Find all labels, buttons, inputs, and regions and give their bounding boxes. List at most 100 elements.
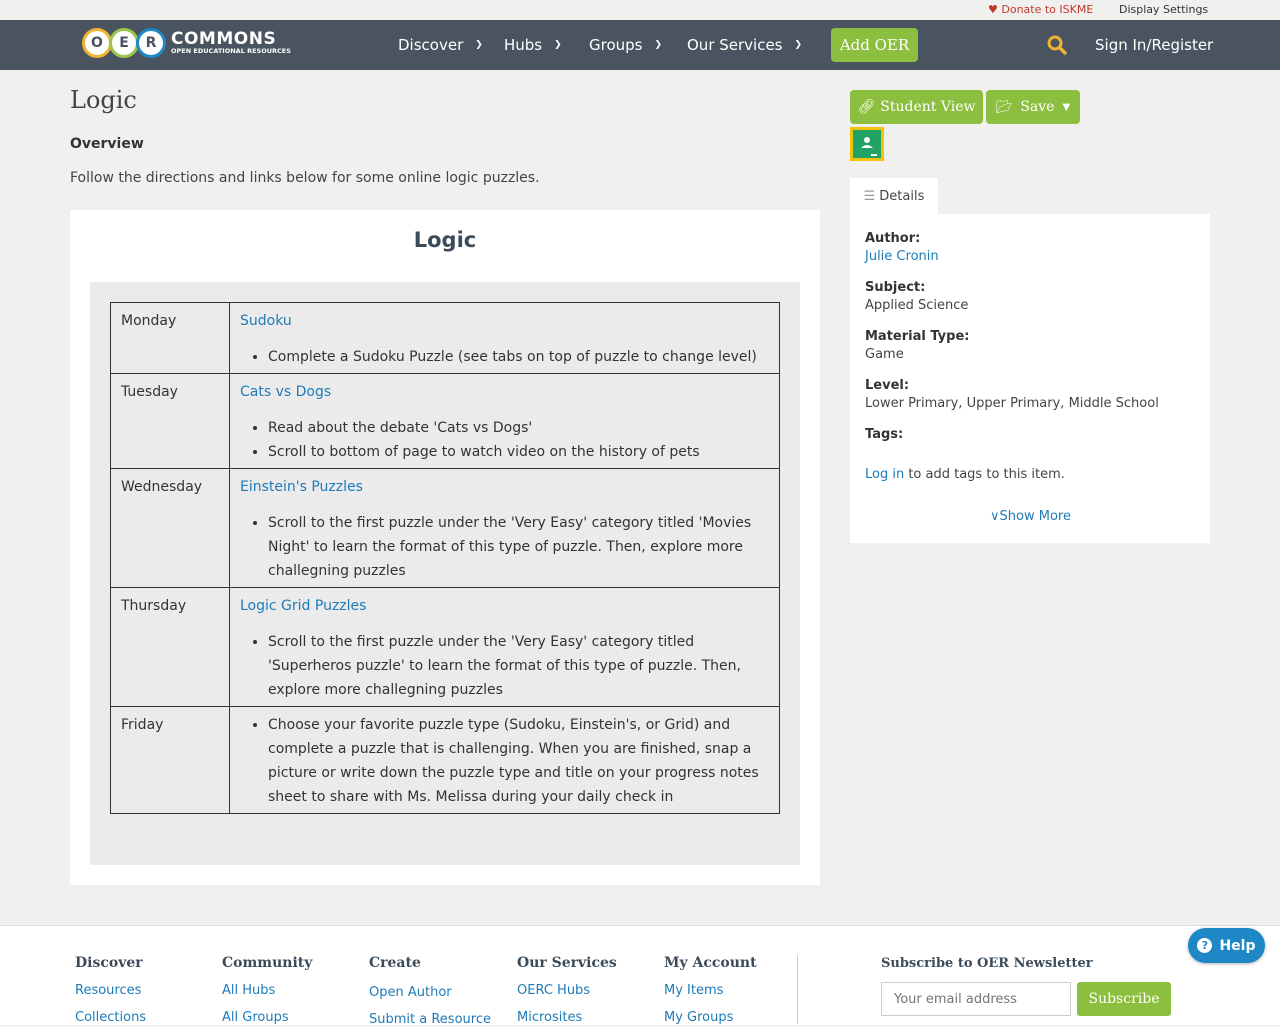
overview-text: Follow the directions and links below fo… — [70, 170, 540, 186]
help-button[interactable]: ? Help — [1188, 928, 1265, 963]
footer-link[interactable]: OERC Hubs — [517, 983, 617, 998]
tab-details[interactable]: ☰ Details — [850, 178, 938, 214]
add-oer-button[interactable]: Add OER — [831, 28, 918, 62]
donate-label: Donate to ISKME — [1001, 3, 1094, 16]
footer-link[interactable]: My Items — [664, 983, 757, 998]
oer-commons-logo[interactable]: O E R COMMONS OPEN EDUCATIONAL RESOURCES — [82, 25, 291, 61]
logic-grid-puzzles-link[interactable]: Logic Grid Puzzles — [240, 598, 366, 614]
einsteins-puzzles-link[interactable]: Einstein's Puzzles — [240, 479, 363, 495]
chevron-down-icon: ❯ — [794, 40, 803, 50]
save-label: Save — [1020, 99, 1055, 115]
list-item: Read about the debate 'Cats vs Dogs' — [268, 416, 769, 440]
page-title: Logic — [70, 86, 137, 114]
content-cell: Logic Grid Puzzles Scroll to the first p… — [229, 587, 780, 707]
day-cell: Friday — [110, 706, 230, 814]
overview-heading: Overview — [70, 136, 144, 152]
tags-login-text: Log in to add tags to this item. — [865, 467, 1065, 482]
logo-tagline: OPEN EDUCATIONAL RESOURCES — [171, 47, 291, 56]
subject-label: Subject: — [865, 280, 926, 295]
footer-link[interactable]: Microsites — [517, 1010, 617, 1025]
footer-heading: Discover — [75, 955, 143, 971]
author-link[interactable]: Julie Cronin — [865, 249, 939, 264]
list-item: Scroll to bottom of page to watch video … — [268, 440, 769, 464]
footer-link[interactable]: Open Author — [369, 985, 491, 1000]
cats-vs-dogs-link[interactable]: Cats vs Dogs — [240, 384, 331, 400]
chevron-down-icon: ❯ — [475, 40, 483, 50]
nav-groups[interactable]: Groups ❯ — [589, 36, 662, 54]
content-cell: Sudoku Complete a Sudoku Puzzle (see tab… — [229, 302, 780, 374]
question-circle-icon: ? — [1197, 938, 1213, 953]
login-suffix: to add tags to this item. — [904, 467, 1065, 482]
display-settings-link[interactable]: Display Settings — [1119, 3, 1208, 16]
logo-letter-r: R — [136, 28, 166, 58]
footer-heading: Community — [222, 955, 313, 971]
subscribe-button[interactable]: Subscribe — [1077, 982, 1171, 1016]
footer-column-community: Community All Hubs All Groups — [222, 955, 312, 1025]
heart-icon: ♥ — [988, 3, 998, 16]
footer-link[interactable]: Collections — [75, 1010, 146, 1025]
newsletter-email-input[interactable] — [881, 982, 1071, 1016]
day-cell: Wednesday — [110, 468, 230, 588]
footer-column-my-account: My Account My Items My Groups — [664, 955, 757, 1025]
day-cell: Monday — [110, 302, 230, 374]
author-label: Author: — [865, 231, 921, 246]
show-more-label: Show More — [999, 509, 1071, 524]
student-view-label: Student View — [880, 99, 976, 115]
table-row: Tuesday Cats vs Dogs Read about the deba… — [110, 373, 780, 469]
schedule-table: Monday Sudoku Complete a Sudoku Puzzle (… — [110, 302, 780, 814]
material-type-label: Material Type: — [865, 329, 970, 344]
google-classroom-share-button[interactable] — [850, 127, 884, 161]
newsletter-heading: Subscribe to OER Newsletter — [881, 956, 1093, 971]
sign-in-register-link[interactable]: Sign In/Register — [1095, 36, 1213, 54]
table-row: Thursday Logic Grid Puzzles Scroll to th… — [110, 587, 780, 707]
nav-label: Groups — [589, 36, 643, 54]
day-cell: Tuesday — [110, 373, 230, 469]
task-list: Read about the debate 'Cats vs Dogs' Scr… — [240, 416, 769, 464]
student-view-button[interactable]: 🔗︎ Student View — [850, 90, 983, 124]
footer-link[interactable]: All Hubs — [222, 983, 312, 998]
table-row: Wednesday Einstein's Puzzles Scroll to t… — [110, 468, 780, 588]
logo-letter-o: O — [82, 28, 112, 58]
day-cell: Thursday — [110, 587, 230, 707]
logo-wordmark: COMMONS OPEN EDUCATIONAL RESOURCES — [171, 31, 291, 55]
task-list: Choose your favorite puzzle type (Sudoku… — [240, 713, 769, 809]
nav-hubs[interactable]: Hubs ❯ — [504, 36, 562, 54]
search-icon[interactable] — [1047, 35, 1067, 55]
help-label: Help — [1219, 937, 1256, 954]
task-list: Scroll to the first puzzle under the 'Ve… — [240, 630, 769, 702]
link-icon: 🔗︎ — [857, 99, 876, 115]
footer-divider — [797, 955, 798, 1024]
logo-letter-e: E — [109, 28, 139, 58]
login-link[interactable]: Log in — [865, 467, 904, 482]
show-more-link[interactable]: ∨Show More — [990, 509, 1071, 524]
footer-heading: My Account — [664, 955, 757, 971]
donate-link[interactable]: ♥ Donate to ISKME — [988, 3, 1093, 16]
list-icon: ☰ — [863, 188, 876, 204]
content-cell: Choose your favorite puzzle type (Sudoku… — [229, 706, 780, 814]
nav-label: Our Services — [687, 36, 783, 54]
content-cell: Einstein's Puzzles Scroll to the first p… — [229, 468, 780, 588]
footer-column-discover: Discover Resources Collections — [75, 955, 146, 1025]
nav-discover[interactable]: Discover ❯ — [398, 36, 483, 54]
nav-label: Hubs — [504, 36, 543, 54]
utility-bar: ♥ Donate to ISKME Display Settings — [0, 0, 1280, 20]
sudoku-link[interactable]: Sudoku — [240, 313, 292, 329]
table-row: Monday Sudoku Complete a Sudoku Puzzle (… — [110, 302, 780, 374]
author-value: Julie Cronin — [865, 249, 939, 264]
footer-link[interactable]: My Groups — [664, 1010, 757, 1025]
footer-link[interactable]: Resources — [75, 983, 146, 998]
footer-link[interactable]: All Groups — [222, 1010, 312, 1025]
footer-heading: Our Services — [517, 955, 617, 971]
chevron-down-icon: ∨ — [990, 509, 1000, 524]
table-row: Friday Choose your favorite puzzle type … — [110, 706, 780, 814]
logo-word: COMMONS — [171, 29, 277, 50]
save-button[interactable]: 📂︎ Save ▼ — [986, 90, 1080, 124]
level-label: Level: — [865, 378, 910, 393]
footer-link[interactable]: Submit a Resource — [369, 1012, 491, 1027]
material-type-value: Game — [865, 347, 904, 362]
list-item: Scroll to the first puzzle under the 'Ve… — [268, 630, 769, 702]
chevron-down-icon: ❯ — [654, 40, 663, 50]
nav-our-services[interactable]: Our Services ❯ — [687, 36, 802, 54]
list-item: Scroll to the first puzzle under the 'Ve… — [268, 511, 769, 583]
list-item: Complete a Sudoku Puzzle (see tabs on to… — [268, 345, 769, 369]
